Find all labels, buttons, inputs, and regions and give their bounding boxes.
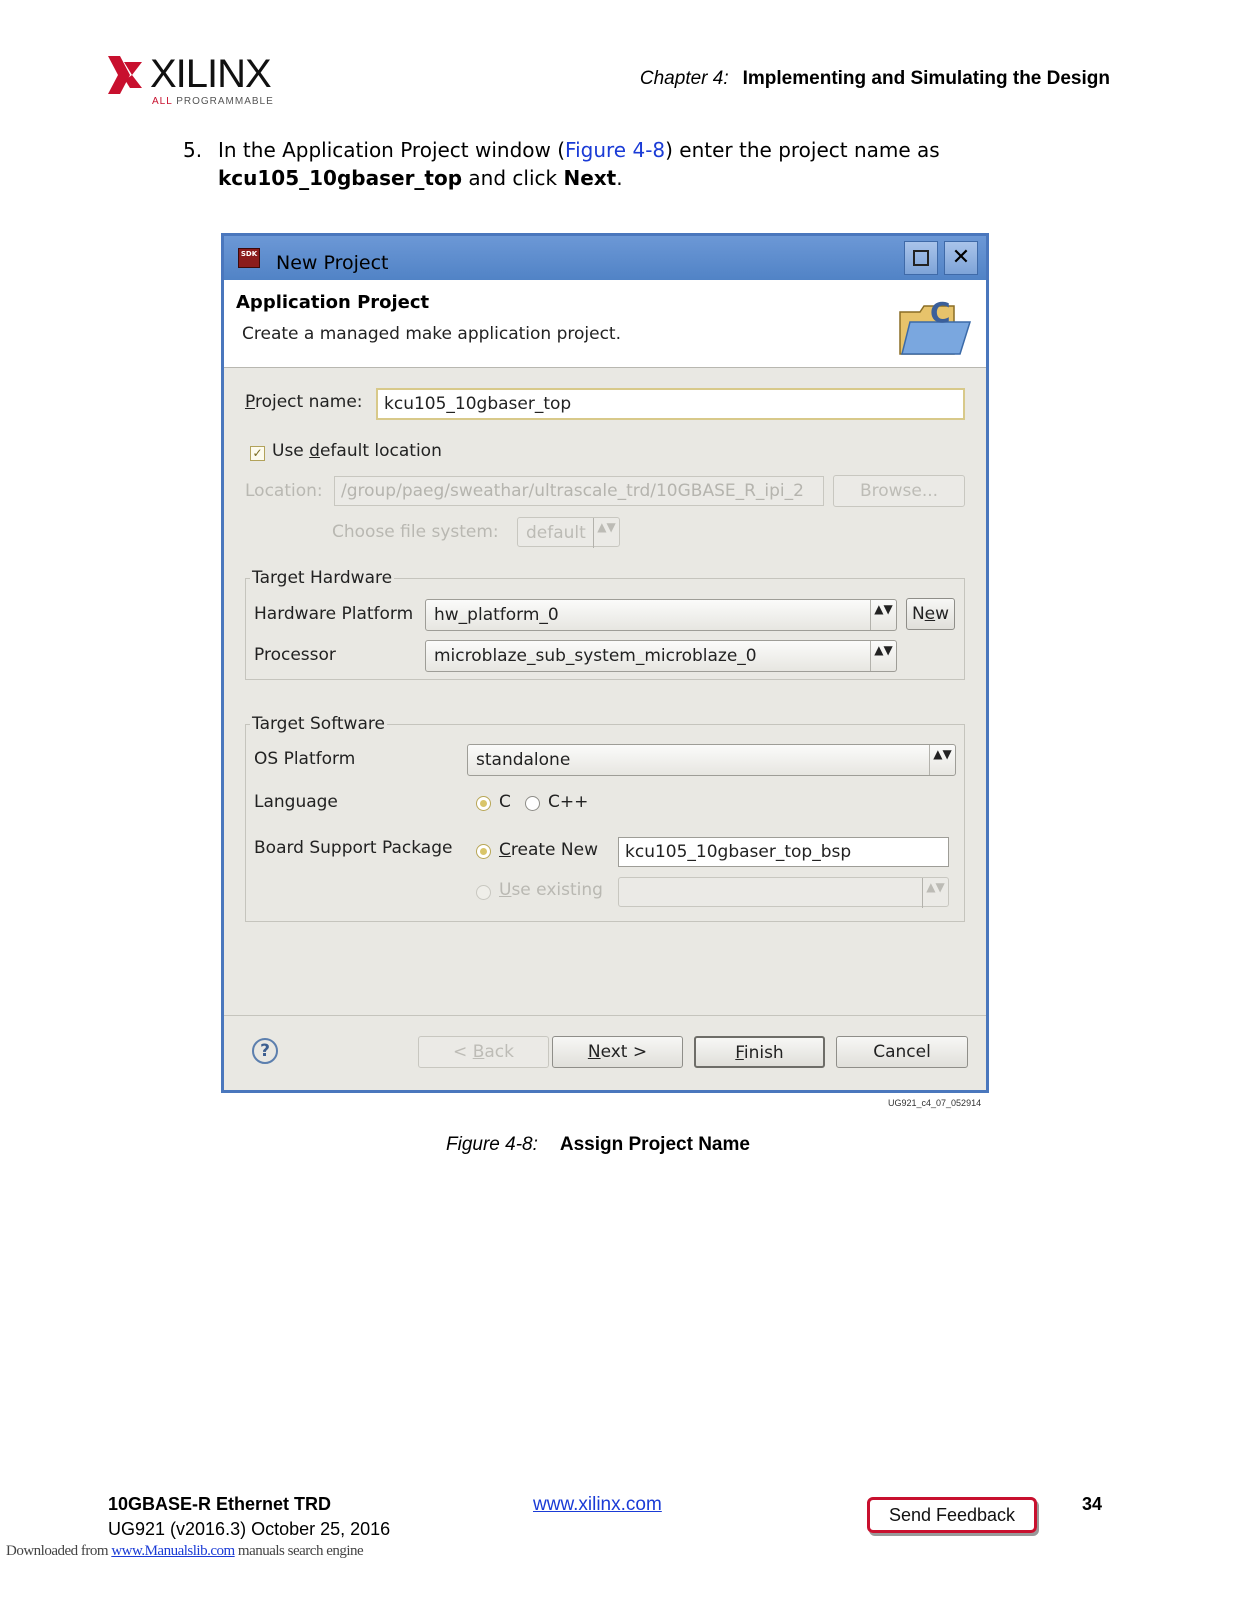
- back-button[interactable]: < Back: [418, 1036, 549, 1068]
- location-label: Location:: [245, 481, 323, 501]
- processor-select[interactable]: microblaze_sub_system_microblaze_0 ▲▼: [425, 640, 897, 672]
- manualslib-link[interactable]: www.Manualslib.com: [111, 1543, 235, 1559]
- language-c-radio[interactable]: [476, 796, 491, 811]
- cancel-button[interactable]: Cancel: [836, 1036, 968, 1068]
- chevron-updown-icon: ▲▼: [929, 745, 955, 775]
- file-system-label: Choose file system:: [332, 522, 499, 542]
- next-button[interactable]: Next >: [552, 1036, 683, 1068]
- chevron-updown-icon: ▲▼: [870, 641, 896, 671]
- bsp-name-field[interactable]: kcu105_10gbaser_top_bsp: [618, 837, 949, 867]
- os-platform-select[interactable]: standalone ▲▼: [467, 744, 956, 776]
- step-number: 5.: [183, 138, 203, 162]
- xilinx-logo-icon: [108, 56, 142, 94]
- chevron-updown-icon: ▲▼: [922, 878, 948, 908]
- figure-caption: Figure 4-8: Assign Project Name: [446, 1134, 750, 1156]
- figure-caption-number: Figure 4-8:: [446, 1134, 538, 1155]
- svg-text:C: C: [930, 296, 951, 329]
- chapter-number: Chapter 4:: [639, 68, 729, 89]
- target-hardware-title: Target Hardware: [250, 568, 395, 588]
- hardware-platform-select[interactable]: hw_platform_0 ▲▼: [425, 599, 897, 631]
- browse-button[interactable]: Browse...: [833, 475, 965, 507]
- button-bar-separator: [224, 1015, 986, 1016]
- bsp-create-new-radio[interactable]: [476, 844, 491, 859]
- c-project-folder-icon: C: [899, 296, 972, 355]
- bsp-existing-select[interactable]: ▲▼: [618, 877, 949, 908]
- new-platform-button[interactable]: New: [906, 598, 955, 630]
- next-emphasis: Next: [563, 166, 617, 190]
- page-number: 34: [1082, 1494, 1103, 1514]
- bsp-create-new-label: Create New: [499, 840, 598, 860]
- xilinx-logo: XILINX ALL PROGRAMMABLE: [108, 52, 283, 114]
- wizard-banner: Application Project Create a managed mak…: [224, 280, 986, 368]
- download-notice: Downloaded from www.Manualslib.com manua…: [6, 1543, 364, 1559]
- banner-description: Create a managed make application projec…: [242, 324, 621, 344]
- target-software-title: Target Software: [250, 714, 387, 734]
- send-feedback-button[interactable]: Send Feedback: [867, 1497, 1037, 1533]
- banner-title: Application Project: [236, 292, 430, 313]
- hardware-platform-label: Hardware Platform: [254, 604, 414, 624]
- os-platform-label: OS Platform: [254, 749, 356, 769]
- footer-doc-title: 10GBASE-R Ethernet TRD: [108, 1494, 332, 1514]
- figure-link[interactable]: Figure 4-8: [565, 138, 665, 162]
- finish-button[interactable]: Finish: [694, 1036, 825, 1068]
- dialog-title-bar[interactable]: SDK New Project ✕: [224, 236, 986, 280]
- close-icon[interactable]: ✕: [944, 241, 978, 275]
- step-body: In the Application Project window (Figur…: [218, 138, 940, 190]
- language-cpp-radio[interactable]: [525, 796, 540, 811]
- chevron-updown-icon: ▲▼: [870, 600, 896, 630]
- logo-tagline: ALL PROGRAMMABLE: [152, 96, 274, 107]
- bsp-use-existing-radio[interactable]: [476, 885, 491, 900]
- chapter-heading: Chapter 4: Implementing and Simulating th…: [640, 68, 1110, 90]
- footer-doc-version: UG921 (v2016.3) October 25, 2016: [108, 1519, 391, 1539]
- language-c-label: C: [499, 792, 511, 812]
- new-project-dialog: SDK New Project ✕ Application Project Cr…: [221, 233, 989, 1093]
- language-cpp-label: C++: [548, 792, 589, 812]
- processor-label: Processor: [254, 645, 336, 665]
- figure-id: UG921_c4_07_052914: [888, 1098, 982, 1108]
- language-label: Language: [254, 792, 338, 812]
- help-icon[interactable]: ?: [252, 1038, 278, 1064]
- file-system-select[interactable]: default ▲▼: [517, 517, 620, 548]
- logo-wordmark: XILINX: [150, 52, 272, 96]
- figure-caption-title: Assign Project Name: [559, 1134, 750, 1155]
- use-default-location-checkbox[interactable]: ✓: [250, 446, 265, 461]
- sdk-icon: SDK: [238, 248, 260, 268]
- chapter-title: Implementing and Simulating the Design: [742, 68, 1110, 89]
- maximize-icon[interactable]: [904, 241, 938, 275]
- dialog-title: New Project: [276, 252, 389, 274]
- footer-url-link[interactable]: www.xilinx.com: [533, 1494, 662, 1516]
- project-name-label: Project name:: [245, 392, 363, 412]
- bsp-label: Board Support Package: [254, 838, 453, 858]
- step-instruction: 5. In the Application Project window (Fi…: [183, 136, 1003, 192]
- project-name-field[interactable]: kcu105_10gbaser_top: [376, 388, 965, 420]
- use-default-location-label: Use default location: [272, 441, 442, 461]
- project-name-emphasis: kcu105_10gbaser_top: [218, 166, 463, 190]
- bsp-use-existing-label: Use existing: [499, 880, 603, 900]
- chevron-updown-icon: ▲▼: [593, 518, 619, 548]
- location-field[interactable]: /group/paeg/sweathar/ultrascale_trd/10GB…: [334, 476, 824, 506]
